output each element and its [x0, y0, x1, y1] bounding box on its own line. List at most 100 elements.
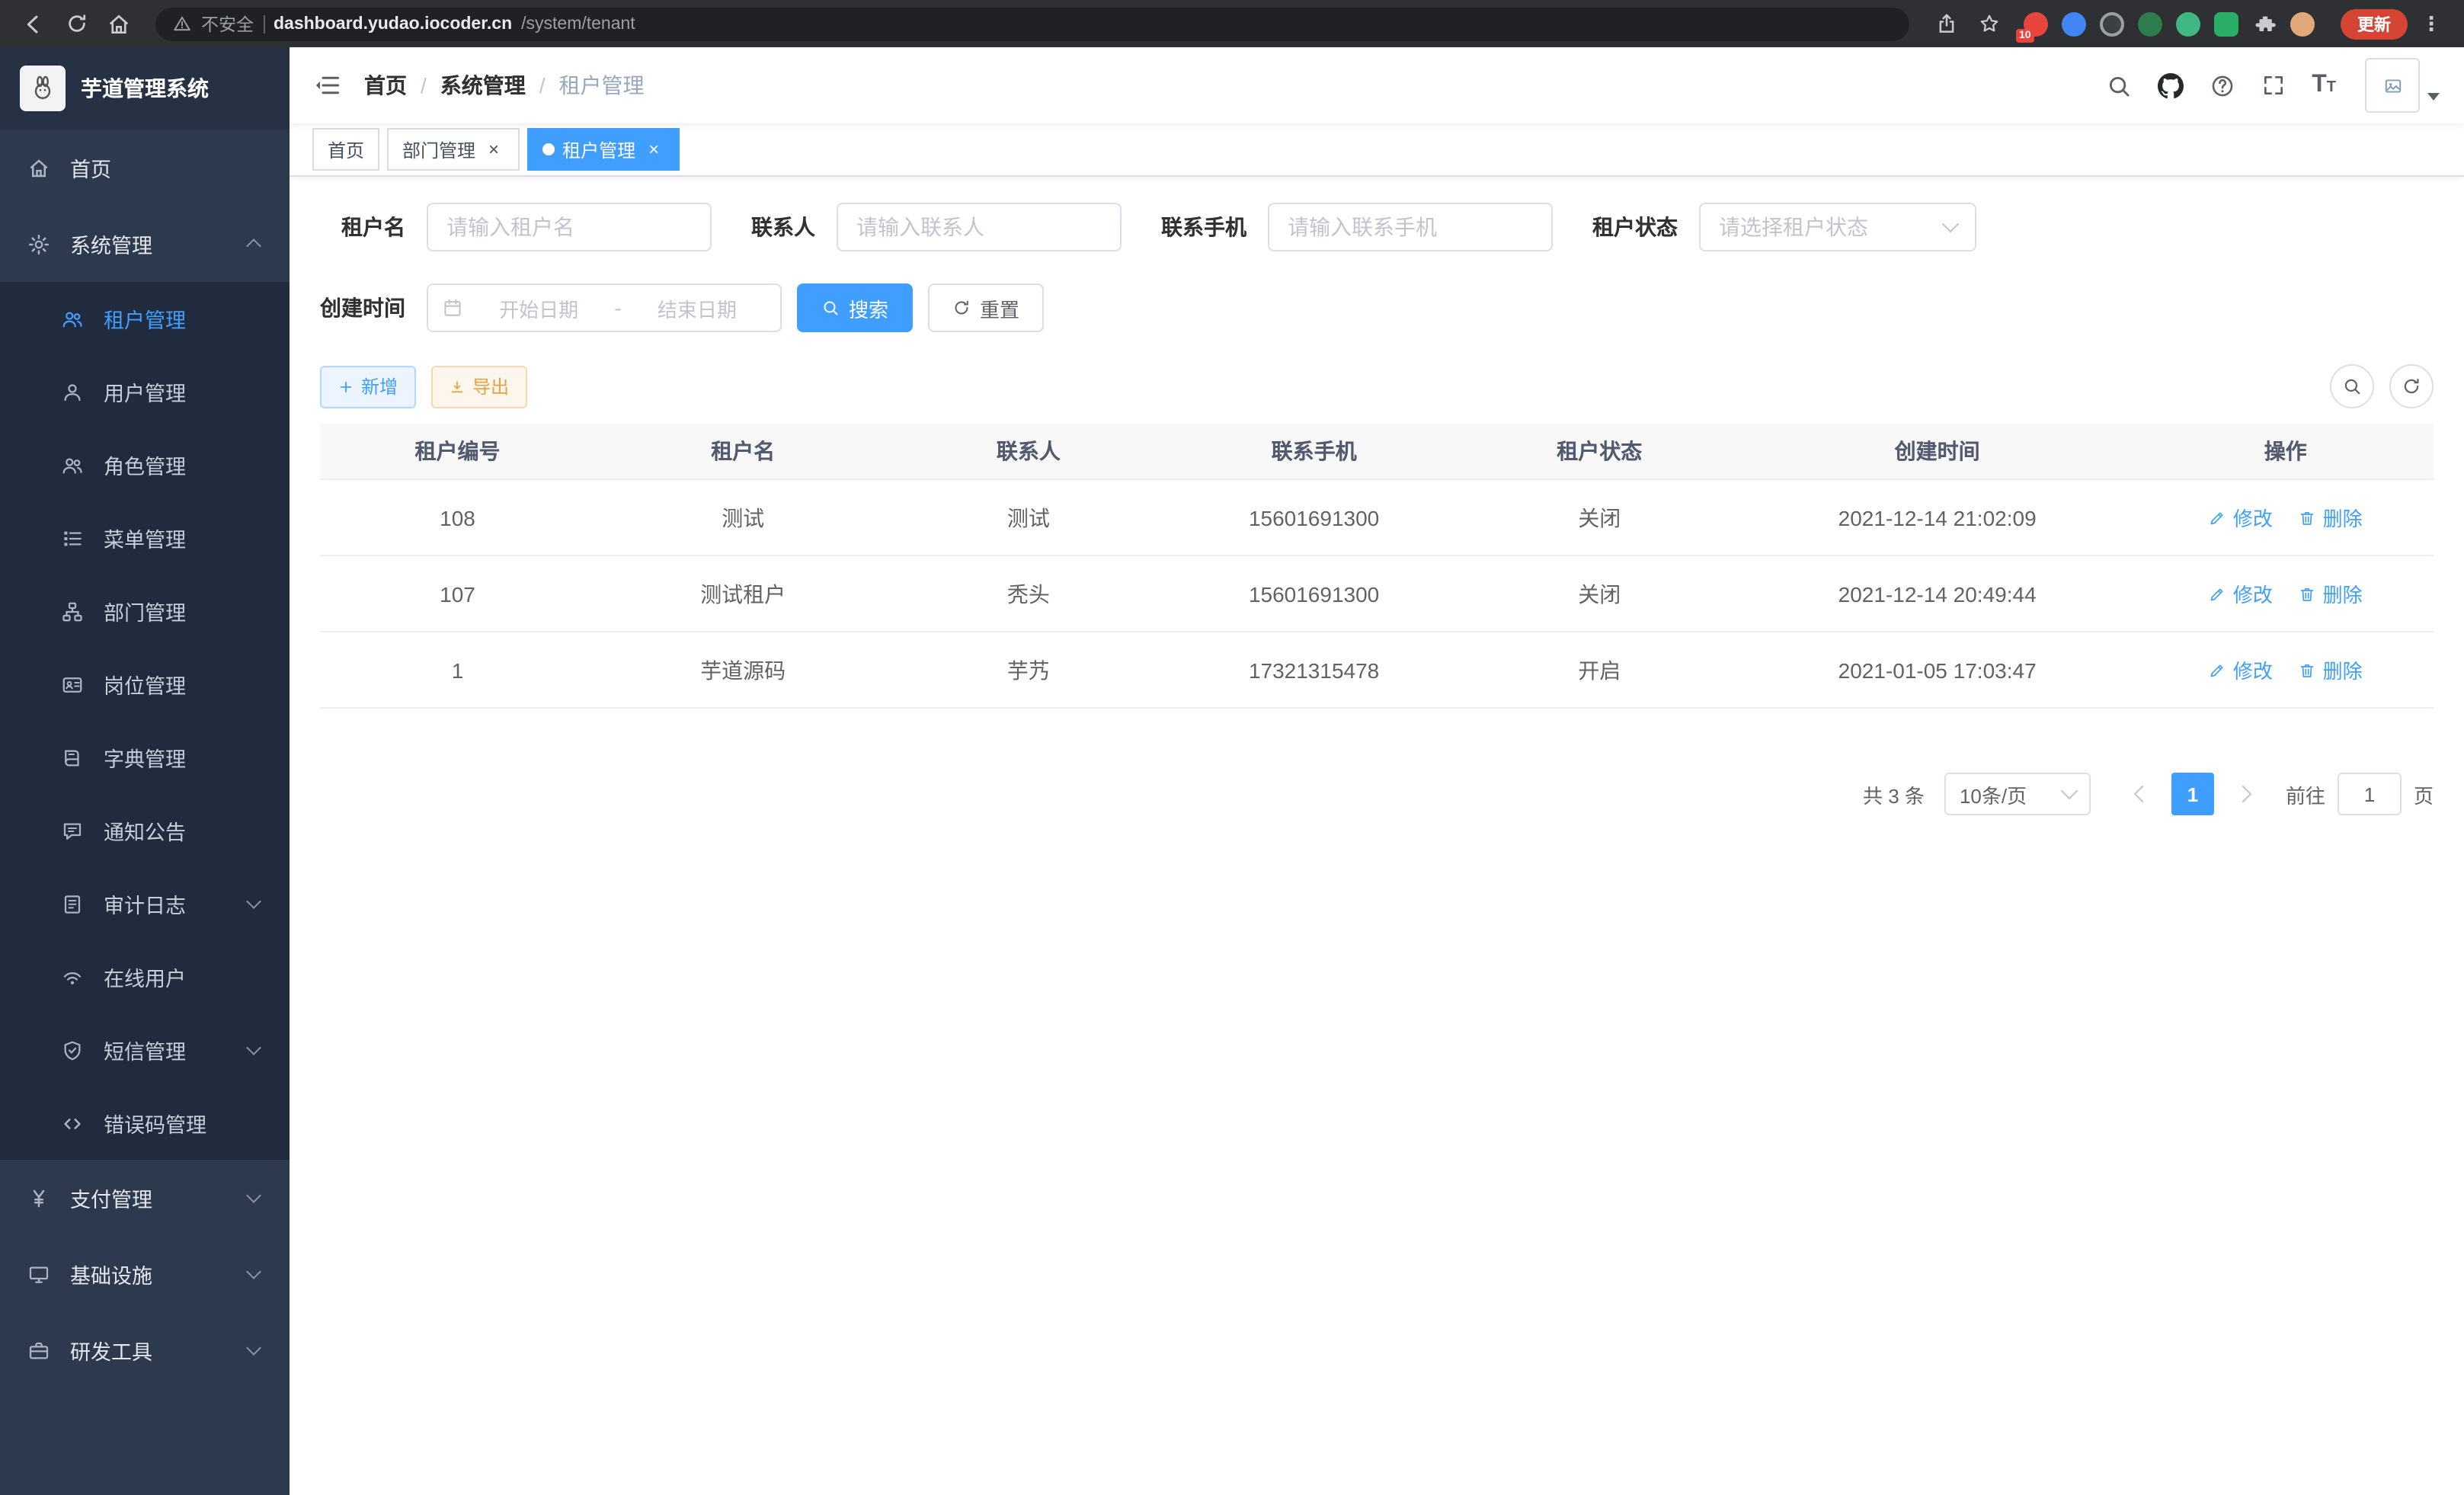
puzzle-extensions-icon[interactable]: [2252, 11, 2277, 36]
fullscreen-icon[interactable]: [2261, 73, 2286, 98]
cell-contact: 秃头: [891, 555, 1166, 632]
sidebar-item-post-management[interactable]: 岗位管理: [0, 648, 290, 721]
sidebar-item-role-management[interactable]: 角色管理: [0, 428, 290, 501]
github-icon[interactable]: [2158, 72, 2184, 98]
cell-contact: 测试: [891, 479, 1166, 555]
sidebar-item-label: 支付管理: [70, 1183, 152, 1213]
table-row: 1 芋道源码 芋艿 17321315478 开启 2021-01-05 17:0…: [320, 632, 2434, 708]
sidebar-item-notice[interactable]: 通知公告: [0, 794, 290, 867]
sidebar-item-audit-log[interactable]: 审计日志: [0, 867, 290, 940]
sidebar-item-system-management[interactable]: 系统管理: [0, 206, 290, 282]
sidebar-item-user-management[interactable]: 用户管理: [0, 355, 290, 428]
delete-link[interactable]: 删除: [2299, 579, 2363, 608]
avatar[interactable]: [2365, 58, 2440, 113]
delete-link[interactable]: 删除: [2299, 503, 2363, 532]
reset-button[interactable]: 重置: [928, 283, 1044, 332]
filter-row-2: 创建时间 开始日期 - 结束日期 搜索 重置: [320, 283, 2434, 332]
chevron-left-icon: [2134, 786, 2152, 803]
cell-tenant-name: 芋道源码: [595, 632, 891, 708]
sms-shield-icon: [61, 1039, 84, 1061]
search-icon[interactable]: [2106, 72, 2132, 98]
edit-link[interactable]: 修改: [2209, 655, 2273, 684]
bookmark-star-icon[interactable]: [1970, 5, 2007, 42]
next-page-button[interactable]: [2222, 773, 2264, 815]
sidebar-logo[interactable]: 芋道管理系统: [0, 47, 290, 130]
sidebar-item-payment-management[interactable]: 支付管理: [0, 1160, 290, 1236]
create-time-range-picker[interactable]: 开始日期 - 结束日期: [427, 283, 782, 332]
sidebar-item-error-code-management[interactable]: 错误码管理: [0, 1087, 290, 1160]
chat-extension-icon[interactable]: [2214, 11, 2238, 36]
reload-icon[interactable]: [58, 5, 94, 42]
edit-link[interactable]: 修改: [2209, 503, 2273, 532]
extensions-row: 10: [2024, 11, 2315, 36]
sidebar-item-infrastructure[interactable]: 基础设施: [0, 1236, 290, 1312]
close-icon[interactable]: ×: [643, 139, 664, 160]
menu-kebab-icon[interactable]: ⋮: [2414, 11, 2449, 36]
add-button[interactable]: 新增: [320, 365, 416, 408]
chevron-down-icon: [246, 894, 261, 909]
start-date-placeholder[interactable]: 开始日期: [469, 293, 608, 322]
tabs-bar: 首页 部门管理 × 租户管理 ×: [290, 123, 2464, 177]
table-header: 租户编号 租户名 联系人 联系手机 租户状态 创建时间 操作: [320, 424, 2434, 479]
column-header-created: 创建时间: [1737, 424, 2138, 479]
vue-devtools-icon[interactable]: [2176, 11, 2200, 36]
share-icon[interactable]: [1928, 5, 1964, 42]
main-layout: 芋道管理系统 首页 系统管理 租户管理 用户管理: [0, 47, 2464, 1495]
sidebar-toggle-icon[interactable]: [314, 72, 341, 99]
update-button[interactable]: 更新: [2341, 8, 2408, 39]
security-label[interactable]: 不安全: [201, 11, 254, 36]
delete-link[interactable]: 删除: [2299, 655, 2363, 684]
tenant-name-input[interactable]: [427, 203, 712, 251]
chevron-down-icon: [246, 1264, 261, 1279]
end-date-placeholder[interactable]: 结束日期: [628, 293, 766, 322]
infrastructure-monitor-icon: [27, 1263, 50, 1285]
page-size-select[interactable]: 10条/页: [1944, 773, 2091, 815]
add-button-label: 新增: [361, 373, 398, 399]
sidebar-item-home[interactable]: 首页: [0, 130, 290, 206]
extension-icon-2[interactable]: [2062, 11, 2086, 36]
breadcrumb-home[interactable]: 首页: [364, 70, 407, 101]
sidebar-item-online-users[interactable]: 在线用户: [0, 940, 290, 1013]
phone-input[interactable]: [1268, 203, 1553, 251]
extension-icon-1[interactable]: 10: [2024, 11, 2048, 36]
total-count: 共 3 条: [1863, 780, 1925, 808]
sidebar-item-label: 菜单管理: [104, 523, 186, 553]
logo-title: 芋道管理系统: [81, 73, 209, 104]
tab-dept-management[interactable]: 部门管理 ×: [387, 128, 520, 171]
breadcrumb-system-management[interactable]: 系统管理: [440, 70, 526, 101]
sidebar-item-label: 通知公告: [104, 815, 186, 846]
tenant-status-select[interactable]: 请选择租户状态: [1699, 203, 1976, 251]
extension-icon-4[interactable]: [2138, 11, 2162, 36]
sidebar-item-dict-management[interactable]: 字典管理: [0, 721, 290, 794]
edit-link[interactable]: 修改: [2209, 579, 2273, 608]
search-button[interactable]: 搜索: [797, 283, 913, 332]
contact-input[interactable]: [837, 203, 1122, 251]
export-button[interactable]: 导出: [431, 365, 527, 408]
tab-home[interactable]: 首页: [312, 128, 379, 171]
cell-tenant-id: 1: [320, 632, 595, 708]
page-number-button[interactable]: 1: [2171, 773, 2214, 815]
column-header-contact: 联系人: [891, 424, 1166, 479]
prev-page-button[interactable]: [2121, 773, 2164, 815]
home-icon[interactable]: [101, 5, 137, 42]
sidebar-item-dept-management[interactable]: 部门管理: [0, 575, 290, 648]
sidebar-item-menu-management[interactable]: 菜单管理: [0, 501, 290, 575]
table-toolbar: 新增 导出: [320, 364, 2434, 408]
help-icon[interactable]: [2210, 72, 2235, 98]
profile-avatar[interactable]: [2290, 11, 2315, 36]
toggle-search-button[interactable]: [2330, 364, 2374, 408]
back-icon[interactable]: [15, 5, 52, 42]
font-size-icon[interactable]: T T: [2312, 72, 2336, 99]
close-icon[interactable]: ×: [483, 139, 504, 160]
app-header: 首页 / 系统管理 / 租户管理 T T: [290, 47, 2464, 123]
breadcrumb: 首页 / 系统管理 / 租户管理: [364, 70, 645, 101]
address-bar[interactable]: 不安全 dashboard.yudao.iocoder.cn /system/t…: [155, 7, 1909, 40]
sidebar-item-sms-management[interactable]: 短信管理: [0, 1013, 290, 1087]
refresh-table-button[interactable]: [2389, 364, 2434, 408]
sidebar-item-tenant-management[interactable]: 租户管理: [0, 282, 290, 355]
sidebar-item-dev-tools[interactable]: 研发工具: [0, 1312, 290, 1388]
breadcrumb-current: 租户管理: [559, 70, 645, 101]
goto-page-input[interactable]: [2338, 773, 2402, 815]
extension-icon-3[interactable]: [2100, 11, 2124, 36]
tab-tenant-management[interactable]: 租户管理 ×: [527, 128, 680, 171]
